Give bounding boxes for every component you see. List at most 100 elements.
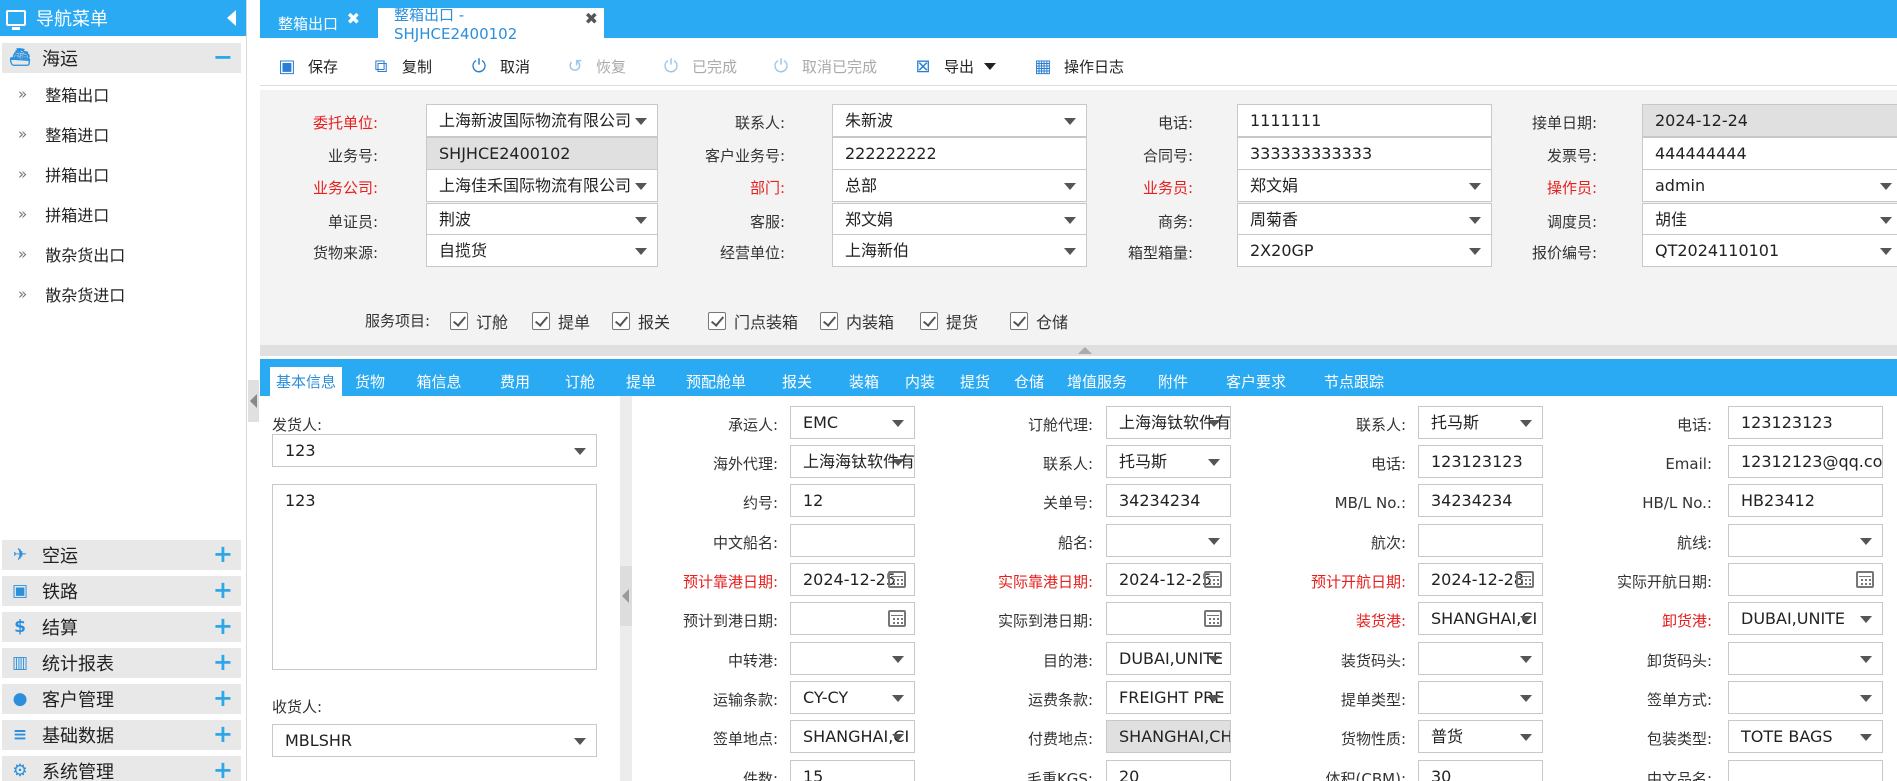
field-guandan[interactable]: 34234234 [1106,484,1231,517]
field-cm[interactable] [1106,524,1231,557]
close-icon[interactable]: ✖ [347,9,360,28]
field-haiwai[interactable]: 上海海钛软件有 [790,445,915,478]
field-qdfs[interactable] [1728,681,1883,714]
field-yjkg[interactable]: 2024-12-25 [790,563,915,596]
field-zzg[interactable] [790,642,915,675]
cancel-button[interactable]: ⏻ 取消 [468,54,530,78]
field-hc[interactable] [1418,524,1543,557]
left-collapse-handle[interactable] [248,380,259,422]
field-shangwu[interactable]: 周菊香 [1237,203,1492,236]
field-sjkg[interactable]: 2024-12-25 [1106,563,1231,596]
calendar-icon[interactable] [888,610,906,627]
nav-group-jichu[interactable]: ≡ 基础数据 + [2,720,241,750]
field-bzlx[interactable]: TOTE BAGS [1728,720,1883,753]
field-sjkh[interactable] [1728,563,1883,596]
detail-tab[interactable]: 费用 [482,367,548,396]
detail-tab[interactable]: 仓储 [1004,367,1054,396]
calendar-icon[interactable] [1204,571,1222,588]
expand-icon[interactable]: + [213,578,233,602]
field-kehuyewuhao[interactable]: 222222222 [832,137,1087,170]
detail-tab[interactable]: 增值服务 [1056,367,1138,396]
field-zhmt[interactable] [1418,642,1543,675]
field-yewugongsi[interactable]: 上海佳禾国际物流有限公司 [426,169,658,202]
nav-item-zhengxiang-jinkou[interactable]: » 整箱进口 [0,114,240,154]
detail-tab[interactable]: 箱信息 [400,367,478,396]
field-jiedan[interactable]: 2024-12-24 [1642,104,1897,137]
field-baojia[interactable]: QT2024110101 [1642,234,1897,267]
field-hx[interactable] [1728,524,1883,557]
oplog-button[interactable]: ▦ 操作日志 [1032,54,1124,78]
service-checkbox[interactable]: 提单 [532,310,590,332]
field-dingcang[interactable]: 上海海钛软件有 [1106,406,1231,439]
field-ffdd[interactable]: SHANGHAI,CHINA [1106,720,1231,753]
field-xiangxing[interactable]: 2X20GP [1237,234,1492,267]
shipper-select[interactable]: 123 [272,434,597,467]
detail-tab[interactable]: 订舱 [552,367,608,396]
nav-item-pinxiang-jinkou[interactable]: » 拼箱进口 [0,194,240,234]
detail-tab[interactable]: 内装 [894,367,946,396]
field-mbl[interactable]: 34234234 [1418,484,1543,517]
service-checkbox[interactable]: 提货 [920,310,978,332]
field-lianxiren[interactable]: 朱新波 [832,104,1087,137]
field-dh2[interactable]: 123123123 [1418,445,1543,478]
detail-tab[interactable]: 货物 [344,367,396,396]
expand-icon[interactable]: + [213,542,233,566]
field-hetong[interactable]: 333333333333 [1237,137,1492,170]
field-lxr2[interactable]: 托马斯 [1106,445,1231,478]
expand-icon[interactable]: + [213,686,233,710]
detail-tab[interactable]: 提货 [948,367,1002,396]
calendar-icon[interactable] [1856,571,1874,588]
field-diaodu[interactable]: 胡佳 [1642,203,1897,236]
field-danzheng[interactable]: 荆波 [426,203,658,236]
detail-tab[interactable]: 提单 [612,367,670,396]
field-mz[interactable]: 20 [1106,760,1231,781]
field-yjdg[interactable] [790,602,915,635]
expand-icon[interactable]: + [213,722,233,746]
field-weituo[interactable]: 上海新波国际物流有限公司 [426,104,658,137]
field-fapiao[interactable]: 444444444 [1642,137,1897,170]
consignee-select[interactable]: MBLSHR [272,724,597,757]
copy-button[interactable]: ⧉ 复制 [370,54,432,78]
field-bumen[interactable]: 总部 [832,169,1087,202]
nav-item-zhengxiang-chukou[interactable]: » 整箱出口 [0,74,240,114]
field-hwxz[interactable]: 普货 [1418,720,1543,753]
field-sjdg[interactable] [1106,602,1231,635]
field-ystk[interactable]: CY-CY [790,681,915,714]
detail-tab[interactable]: 预配舱单 [672,367,760,396]
detail-tab[interactable]: 客户要求 [1208,367,1304,396]
service-checkbox[interactable]: 内装箱 [820,310,894,332]
complete-button[interactable]: ⏻ 已完成 [660,54,737,78]
tab-shjhce2400102[interactable]: 整箱出口 - SHJHCE2400102 ✖ [378,6,604,43]
field-yjkh[interactable]: 2024-12-28 [1418,563,1543,596]
calendar-icon[interactable] [888,571,906,588]
nav-item-pinxiang-chukou[interactable]: » 拼箱出口 [0,154,240,194]
field-qddd[interactable]: SHANGHAI,CI [790,720,915,753]
service-checkbox[interactable]: 订舱 [450,310,508,332]
service-checkbox[interactable]: 仓储 [1010,310,1068,332]
field-dianhua[interactable]: 1111111 [1237,104,1492,137]
detail-tab[interactable]: 基本信息 [270,367,342,396]
export-button[interactable]: ⊠ 导出 [912,54,997,78]
nav-group-xitong[interactable]: ⚙ 系统管理 + [2,756,241,781]
field-tj[interactable]: 30 [1418,760,1543,781]
field-dh1[interactable]: 123123123 [1728,406,1883,439]
field-xhmt[interactable] [1728,642,1883,675]
field-js[interactable]: 15 [790,760,915,781]
nav-group-haiyun[interactable]: ⛴ 海运 − [2,43,241,73]
field-yewuyuan[interactable]: 郑文娟 [1237,169,1492,202]
calendar-icon[interactable] [1204,610,1222,627]
collapse-bar[interactable] [260,345,1897,356]
field-kefu[interactable]: 郑文娟 [832,203,1087,236]
shipper-textarea[interactable]: 123 [272,484,597,670]
collapse-icon[interactable]: − [213,45,233,69]
field-xhg[interactable]: DUBAI,UNITE [1728,602,1883,635]
collapse-sidebar-icon[interactable] [227,10,236,26]
detail-tab[interactable]: 报关 [762,367,832,396]
close-icon[interactable]: ✖ [585,9,598,28]
calendar-icon[interactable] [1516,571,1534,588]
nav-group-tongji[interactable]: ▥ 统计报表 + [2,648,241,678]
field-email[interactable]: 12312123@qq.com [1728,445,1883,478]
detail-tab[interactable]: 装箱 [836,367,892,396]
expand-icon[interactable]: + [213,650,233,674]
field-zwpm[interactable] [1728,760,1883,781]
